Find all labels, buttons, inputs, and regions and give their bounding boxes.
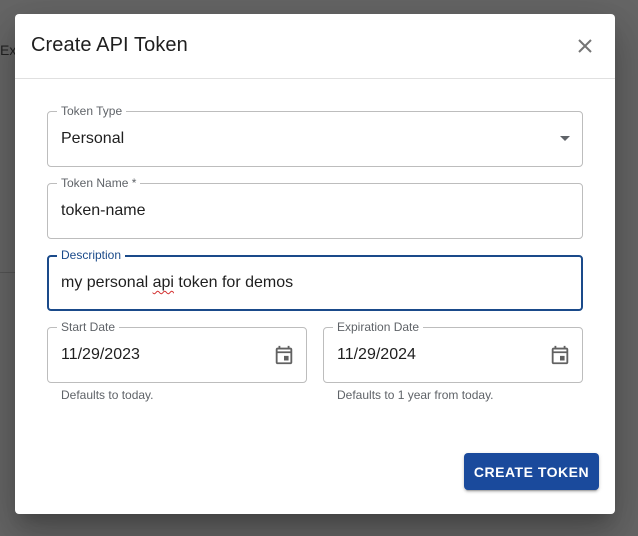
token-type-label: Token Type [57, 104, 127, 118]
spellcheck-underline: api [152, 274, 174, 291]
start-date-helper: Defaults to today. [61, 388, 154, 402]
start-date-value: 11/29/2023 [61, 346, 140, 363]
dialog-title: Create API Token [31, 34, 188, 56]
token-name-field[interactable]: Token Name * token-name [47, 176, 583, 239]
start-date-label: Start Date [57, 320, 120, 334]
calendar-icon[interactable] [549, 344, 571, 366]
token-type-value: Personal [61, 130, 125, 147]
description-field[interactable]: Description my personal api token for de… [47, 248, 583, 311]
expiration-date-helper: Defaults to 1 year from today. [337, 388, 494, 402]
token-name-label: Token Name * [57, 176, 141, 190]
token-name-value: token-name [61, 202, 146, 219]
token-type-select[interactable]: Token Type Personal [47, 104, 583, 167]
expiration-date-value: 11/29/2024 [337, 346, 416, 363]
close-button[interactable] [573, 34, 597, 58]
description-label: Description [57, 248, 126, 262]
expiration-date-label: Expiration Date [333, 320, 424, 334]
title-divider [15, 78, 615, 79]
description-value: my personal api token for demos [61, 274, 294, 291]
calendar-icon[interactable] [273, 344, 295, 366]
start-date-field[interactable]: Start Date 11/29/2023 [47, 320, 307, 383]
expiration-date-field[interactable]: Expiration Date 11/29/2024 [323, 320, 583, 383]
close-icon [578, 39, 592, 53]
dropdown-arrow-icon [560, 136, 570, 141]
create-token-button[interactable]: CREATE TOKEN [464, 453, 599, 490]
create-token-dialog: Create API Token Token Type Personal Tok… [15, 14, 615, 514]
